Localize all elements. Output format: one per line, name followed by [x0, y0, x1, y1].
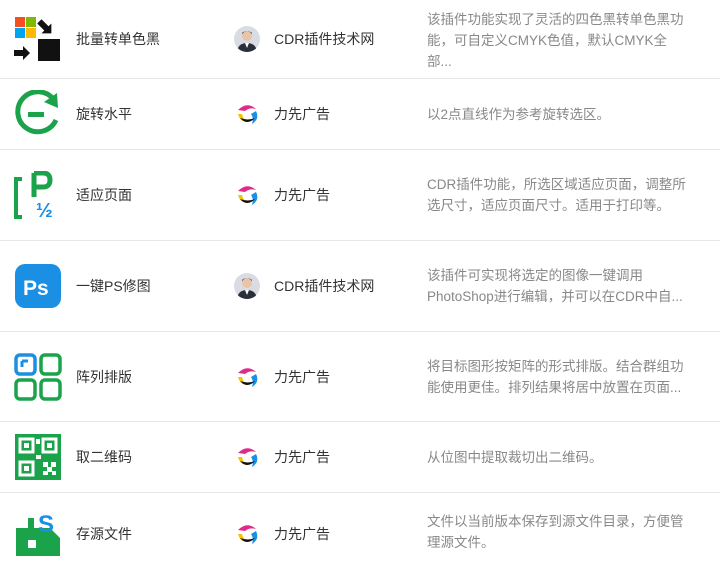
plugin-list: 批量转单色黑 CDR插件技术网 该插件功能实现了灵活的四色黑转单色黑功 能，可自…	[0, 0, 720, 574]
plugin-name[interactable]: 存源文件	[76, 524, 132, 544]
author-name: 力先广告	[274, 368, 330, 385]
plugin-description: 以2点直线作为参考旋转选区。	[427, 107, 611, 122]
qr-code-icon	[14, 433, 62, 481]
plugin-name[interactable]: 旋转水平	[76, 104, 132, 124]
plugin-name[interactable]: 阵列排版	[76, 367, 132, 387]
list-item[interactable]: 旋转水平 力先广告 以2点直线作为参考旋转选区。	[0, 79, 720, 150]
author[interactable]: 力先广告	[234, 101, 330, 127]
list-item[interactable]: 取二维码 力先广告 从位图中提取裁切出二维码。	[0, 422, 720, 493]
plugin-name[interactable]: 取二维码	[76, 447, 132, 467]
author[interactable]: 力先广告	[234, 182, 330, 208]
avatar	[234, 182, 260, 208]
author[interactable]: CDR插件技术网	[234, 273, 374, 299]
plugin-description: 将目标图形按矩阵的形式排版。结合群组功 能使用更佳。排列结果将居中放置在页面..…	[427, 359, 684, 395]
avatar	[234, 273, 260, 299]
author[interactable]: 力先广告	[234, 520, 330, 547]
save-source-icon: S	[14, 510, 62, 558]
avatar	[234, 26, 260, 52]
plugin-description: 该插件功能实现了灵活的四色黑转单色黑功 能，可自定义CMYK色值，默认CMYK全…	[427, 12, 684, 69]
author-name: 力先广告	[274, 449, 330, 465]
plugin-name[interactable]: 一键PS修图	[76, 276, 151, 296]
author[interactable]: 力先广告	[234, 444, 330, 470]
author[interactable]: CDR插件技术网	[234, 26, 374, 52]
plugin-description: 文件以当前版本保存到源文件目录，方便管 理源文件。	[427, 514, 684, 550]
avatar	[234, 444, 260, 470]
author[interactable]: 力先广告	[234, 363, 330, 390]
four-color-to-black-icon	[14, 15, 62, 63]
author-name: 力先广告	[274, 187, 330, 203]
ps-icon: Ps	[14, 262, 62, 310]
list-item[interactable]: S 存源文件 力先广告 文件以当前版本保存到源文件目录，方便管 理源文件。	[0, 493, 720, 574]
plugin-description: 从位图中提取裁切出二维码。	[427, 450, 603, 465]
list-item[interactable]: 批量转单色黑 CDR插件技术网 该插件功能实现了灵活的四色黑转单色黑功 能，可自…	[0, 0, 720, 79]
list-item[interactable]: 阵列排版 力先广告 将目标图形按矩阵的形式排版。结合群组功 能使用更佳。排列结果…	[0, 332, 720, 422]
list-item[interactable]: Ps 一键PS修图 CDR插件技术网 该插件可实现将选定的图像一键调用 Phot…	[0, 241, 720, 332]
plugin-description: 该插件可实现将选定的图像一键调用 PhotoShop进行编辑，并可以在CDR中自…	[427, 268, 683, 304]
plugin-description: CDR插件功能，所选区域适应页面，调整所 选尺寸，适应页面尺寸。适用于打印等。	[427, 177, 686, 213]
array-layout-icon	[14, 352, 62, 401]
fit-page-icon: ½	[14, 171, 62, 219]
plugin-name[interactable]: 批量转单色黑	[76, 29, 160, 49]
author-name: CDR插件技术网	[274, 278, 375, 294]
svg-text:Ps: Ps	[23, 277, 49, 300]
avatar	[234, 101, 260, 127]
avatar	[234, 363, 260, 390]
svg-text:½: ½	[36, 200, 53, 219]
avatar	[234, 520, 260, 547]
plugin-name[interactable]: 适应页面	[76, 185, 132, 205]
rotate-horizontal-icon	[14, 90, 62, 138]
list-item[interactable]: ½ 适应页面 力先广告 CDR插件功能，所选区域适应页面，调整所 选尺寸，适应页…	[0, 150, 720, 241]
author-name: 力先广告	[274, 106, 330, 122]
svg-text:S: S	[38, 511, 54, 538]
author-name: 力先广告	[274, 525, 330, 542]
author-name: CDR插件技术网	[274, 31, 375, 47]
